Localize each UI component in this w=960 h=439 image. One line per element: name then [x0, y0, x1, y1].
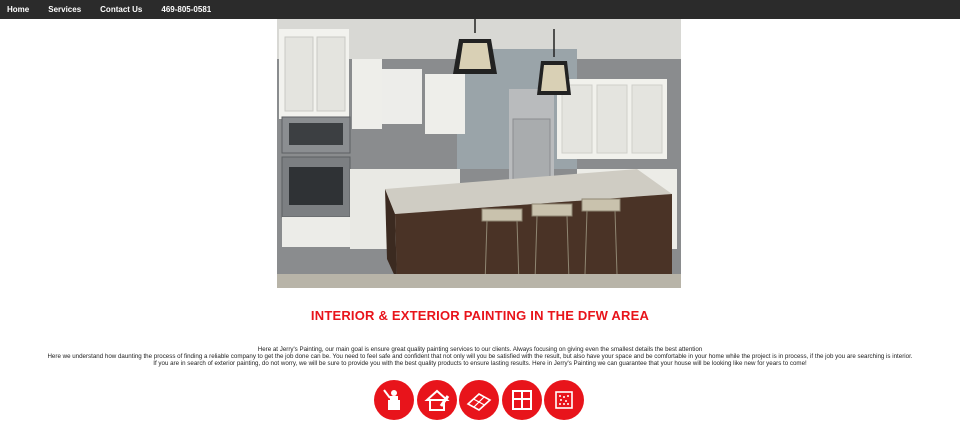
house-paint-icon[interactable]	[416, 380, 457, 420]
nav-services-link[interactable]: Services	[48, 0, 81, 19]
intro-paragraph-1: Here at Jerry's Painting, our main goal …	[257, 346, 703, 353]
cabinet-icon[interactable]	[501, 380, 542, 420]
service-icons-row	[374, 380, 586, 422]
painter-icon[interactable]	[374, 380, 414, 420]
texture-icon[interactable]	[544, 380, 584, 420]
intro-paragraph-3: If you are in search of exterior paintin…	[153, 360, 807, 368]
page-headline: INTERIOR & EXTERIOR PAINTING IN THE DFW …	[310, 308, 650, 323]
flooring-icon[interactable]	[459, 380, 499, 420]
kitchen-illustration	[277, 19, 681, 288]
hero-kitchen-image	[277, 19, 681, 288]
intro-paragraph-2: Here we understand how daunting the proc…	[47, 353, 913, 361]
top-navbar: Home Services Contact Us 469-805-0581	[0, 0, 960, 19]
nav-contact-link[interactable]: Contact Us	[100, 0, 142, 19]
nav-phone-link[interactable]: 469-805-0581	[161, 0, 211, 19]
intro-text: Here at Jerry's Painting, our main goal …	[0, 346, 960, 368]
nav-home-link[interactable]: Home	[7, 0, 29, 19]
